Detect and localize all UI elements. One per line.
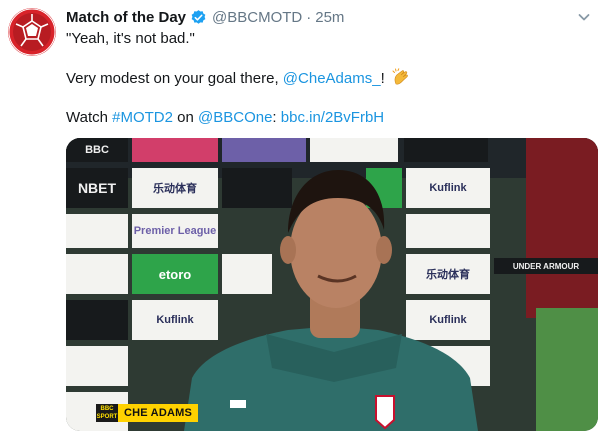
caption-player-name: CHE ADAMS bbox=[118, 404, 199, 422]
clapping-hands-icon bbox=[392, 68, 408, 85]
colon-text: : bbox=[272, 109, 281, 126]
video-player[interactable]: BBC NBET 乐动体育 Kuflink Premier League eto… bbox=[66, 138, 598, 431]
bbc-sport-logo: BBC SPORT bbox=[96, 404, 118, 422]
lower-third-caption: BBC SPORT CHE ADAMS bbox=[96, 404, 199, 422]
video-frame: BBC NBET 乐动体育 Kuflink Premier League eto… bbox=[66, 138, 598, 431]
exclamation-text: ! bbox=[380, 70, 389, 87]
goal-text: Very modest on your goal there, bbox=[66, 70, 283, 87]
timestamp[interactable]: 25m bbox=[315, 9, 344, 26]
display-name[interactable]: Match of the Day bbox=[66, 9, 186, 26]
chevron-down-icon[interactable] bbox=[577, 10, 591, 24]
verified-badge-icon bbox=[191, 9, 206, 24]
motd-logo-icon bbox=[8, 8, 56, 56]
quote-text: "Yeah, it's not bad." bbox=[66, 30, 195, 47]
tweet-line-quote: "Yeah, it's not bad." bbox=[66, 29, 195, 49]
hashtag-link[interactable]: #MOTD2 bbox=[112, 109, 173, 126]
handle[interactable]: @BBCMOTD bbox=[212, 9, 302, 26]
tweet-line-watch: Watch #MOTD2 on @BBCOne: bbc.in/2BvFrbH bbox=[66, 108, 384, 128]
watch-text: Watch bbox=[66, 109, 113, 126]
url-link[interactable]: bbc.in/2BvFrbH bbox=[281, 109, 384, 126]
separator: · bbox=[306, 8, 312, 26]
channel-link[interactable]: @BBCOne bbox=[198, 109, 272, 126]
tweet[interactable]: Match of the Day @BBCMOTD · 25m "Yeah, i… bbox=[0, 0, 600, 433]
on-text: on bbox=[172, 109, 198, 126]
mention-link[interactable]: @CheAdams_ bbox=[283, 70, 381, 87]
avatar[interactable] bbox=[8, 8, 56, 56]
tweet-line-goal: Very modest on your goal there, @CheAdam… bbox=[66, 68, 412, 89]
tweet-header: Match of the Day @BBCMOTD · 25m bbox=[66, 6, 344, 28]
player-figure bbox=[184, 170, 478, 431]
